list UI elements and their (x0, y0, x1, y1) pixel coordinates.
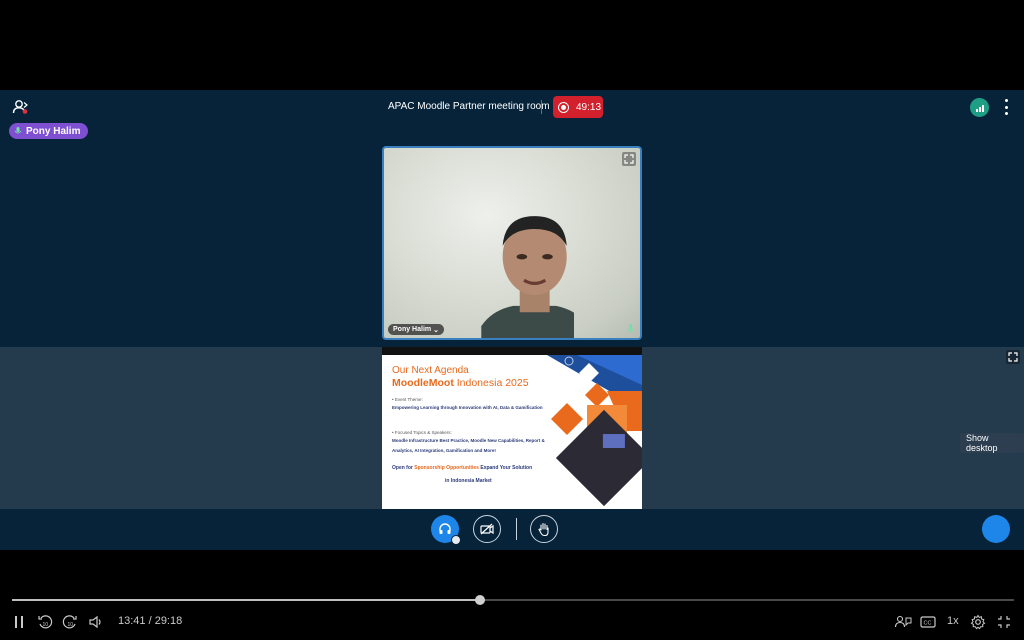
svg-text:10: 10 (68, 622, 74, 628)
seek-progress (12, 599, 480, 601)
slide-title-rest: Indonesia 2025 (453, 377, 529, 389)
playback-bar: 10 10 13:41 / 29:18 CC 1x (0, 590, 1024, 640)
slide-topics-label: • Focused Topics & Speakers: (392, 430, 452, 435)
slide-open-suffix: Expand Your Solution (478, 465, 533, 471)
chat-icon[interactable] (894, 614, 912, 630)
room-title: APAC Moodle Partner meeting room (388, 101, 550, 112)
slide-theme-text: Empowering Learning through Innovation w… (392, 405, 543, 410)
title-divider (541, 100, 542, 114)
show-desktop-button[interactable] (982, 515, 1010, 543)
presentation-area: Our Next Agenda MoodleMoot Indonesia 202… (0, 347, 1024, 509)
slide-title-bold: MoodleMoot (392, 377, 454, 389)
forward-10-icon[interactable]: 10 (62, 614, 78, 630)
users-icon[interactable] (12, 99, 30, 115)
svg-text:CC: CC (924, 621, 932, 627)
slide-title-line1: Our Next Agenda (392, 365, 469, 376)
slide-sponsorship-line2: in Indonesia Market (445, 478, 492, 484)
rewind-10-icon[interactable]: 10 (37, 614, 53, 630)
meeting-stage: APAC Moodle Partner meeting room 49:13 P… (0, 90, 1024, 550)
audio-status-badge (451, 535, 461, 545)
seek-thumb[interactable] (474, 595, 485, 605)
slide-top-strip (382, 347, 642, 355)
presentation-slide: Our Next Agenda MoodleMoot Indonesia 202… (382, 347, 642, 509)
settings-icon[interactable] (970, 614, 986, 630)
microphone-icon (14, 127, 22, 134)
webcam-user-label: Pony Halim (393, 326, 432, 333)
controls-divider (516, 518, 517, 540)
talking-indicator[interactable]: Pony Halim (9, 123, 89, 139)
participant-video-image (481, 216, 574, 338)
pause-icon[interactable] (12, 614, 26, 630)
fullscreen-icon[interactable] (1006, 350, 1020, 364)
captions-icon[interactable]: CC (920, 614, 936, 630)
svg-text:10: 10 (43, 622, 49, 628)
slide-theme-label: • Event Theme: (392, 397, 423, 402)
fullscreen-exit-icon[interactable] (996, 614, 1012, 630)
webcam-user-name[interactable]: Pony Halim ⌄ (388, 324, 444, 335)
slide-open-highlight: Sponsorship Opportunities (414, 465, 479, 471)
volume-icon[interactable] (88, 614, 104, 630)
slide-open-prefix: Open for (392, 465, 415, 471)
meeting-topbar: APAC Moodle Partner meeting room 49:13 (0, 90, 1024, 124)
camera-off-icon (480, 523, 494, 535)
recording-indicator[interactable]: 49:13 (553, 96, 603, 118)
more-options-icon[interactable] (1003, 99, 1009, 115)
meeting-controls (0, 509, 1024, 550)
talker-name: Pony Halim (26, 125, 81, 137)
slide-topics-text: Moodle Infrastructure Best Practice, Moo… (392, 438, 545, 453)
fullscreen-icon[interactable] (622, 152, 636, 166)
share-camera-button[interactable] (473, 515, 501, 543)
raise-hand-icon (538, 522, 549, 536)
headphones-icon (439, 523, 451, 534)
raise-hand-button[interactable] (530, 515, 558, 543)
connection-status-icon[interactable] (970, 98, 989, 117)
show-desktop-tooltip: Show desktop (960, 433, 1024, 453)
slide-sponsorship-text: Open for Sponsorship Opportunities Expan… (392, 465, 532, 471)
slide-title-line2: MoodleMoot Indonesia 2025 (392, 377, 529, 389)
record-icon (558, 101, 569, 113)
webcam-video[interactable]: Pony Halim ⌄ (382, 146, 642, 340)
recording-time: 49:13 (576, 101, 602, 113)
playback-time: 13:41 / 29:18 (118, 615, 183, 627)
video-player: APAC Moodle Partner meeting room 49:13 P… (0, 0, 1024, 640)
audio-button[interactable] (431, 515, 461, 545)
microphone-icon (627, 324, 634, 332)
playback-speed[interactable]: 1x (947, 615, 959, 627)
